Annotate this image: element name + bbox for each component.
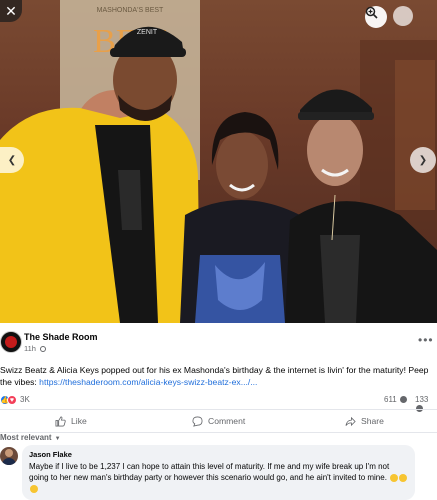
share-button[interactable]: Share bbox=[345, 413, 384, 429]
comment-sort-label: Most relevant bbox=[0, 433, 52, 442]
comment-text: Maybe if I live to be 1,237 I can hope t… bbox=[29, 462, 390, 482]
comment-count-value: 611 bbox=[384, 395, 397, 404]
laughing-emoji-icon bbox=[399, 473, 408, 482]
reactions-bar: 👍 ♥ 3K 611 133 bbox=[0, 393, 437, 413]
comment-button[interactable]: Comment bbox=[192, 413, 245, 429]
reaction-count[interactable]: 3K bbox=[20, 395, 30, 404]
commenter-avatar[interactable] bbox=[0, 447, 18, 465]
post-photo[interactable]: MASHONDA'S BEST BEM ZENIT bbox=[0, 0, 437, 323]
close-icon: ✕ bbox=[5, 2, 17, 19]
next-photo-button[interactable]: ❯ bbox=[410, 147, 436, 173]
post-actions: Like Comment Share bbox=[0, 410, 437, 432]
laughing-emoji-icon bbox=[30, 484, 38, 493]
divider-bottom bbox=[0, 432, 437, 433]
globe-icon bbox=[40, 346, 47, 353]
page-name[interactable]: The Shade Room bbox=[24, 332, 98, 342]
post-caption: Swizz Beatz & Alicia Keys popped out for… bbox=[0, 364, 432, 388]
post-panel: The Shade Room 11h ••• Swizz Beatz & Ali… bbox=[0, 323, 437, 500]
like-label: Like bbox=[71, 416, 87, 426]
zoom-in-icon bbox=[365, 6, 378, 19]
page-avatar[interactable] bbox=[0, 331, 22, 353]
zoom-button[interactable] bbox=[365, 6, 387, 28]
share-count-value: 133 bbox=[415, 395, 429, 404]
comment-label: Comment bbox=[208, 416, 246, 426]
more-options-button[interactable]: ••• bbox=[418, 333, 434, 347]
post-time-text: 11h bbox=[24, 344, 36, 353]
options-button[interactable] bbox=[393, 6, 413, 26]
post-timestamp[interactable]: 11h bbox=[24, 344, 47, 353]
love-reaction-icon: ♥ bbox=[7, 395, 17, 405]
photo-viewer: MASHONDA'S BEST BEM ZENIT bbox=[0, 0, 437, 500]
comment-author[interactable]: Jason Flake bbox=[29, 450, 408, 459]
backdrop-text: MASHONDA'S BEST bbox=[97, 7, 164, 14]
comment-icon bbox=[400, 396, 407, 404]
comment-count[interactable]: 611 bbox=[384, 395, 407, 404]
chevron-down-icon: ▼ bbox=[54, 436, 61, 442]
share-arrow-icon bbox=[345, 416, 356, 426]
comment-bubble: Jason Flake Maybe if I live to be 1,237 … bbox=[22, 445, 415, 500]
chevron-left-icon: ❮ bbox=[7, 154, 17, 166]
like-button[interactable]: Like bbox=[55, 413, 87, 429]
comment-sort-dropdown[interactable]: Most relevant ▼ bbox=[0, 433, 61, 442]
thumbs-up-icon bbox=[55, 416, 66, 426]
comment-body: Maybe if I live to be 1,237 I can hope t… bbox=[29, 461, 408, 494]
laughing-emoji-icon bbox=[390, 473, 399, 482]
caption-link[interactable]: https://theshaderoom.com/alicia-keys-swi… bbox=[39, 377, 257, 387]
post-header: The Shade Room 11h ••• bbox=[0, 331, 437, 359]
reaction-icons[interactable]: 👍 ♥ bbox=[0, 395, 17, 405]
chevron-right-icon: ❯ bbox=[418, 154, 428, 166]
share-label: Share bbox=[361, 416, 384, 426]
photo-illustration: MASHONDA'S BEST BEM ZENIT bbox=[0, 0, 437, 323]
comment-bubble-icon bbox=[192, 416, 203, 427]
cap-text: ZENIT bbox=[137, 29, 158, 36]
